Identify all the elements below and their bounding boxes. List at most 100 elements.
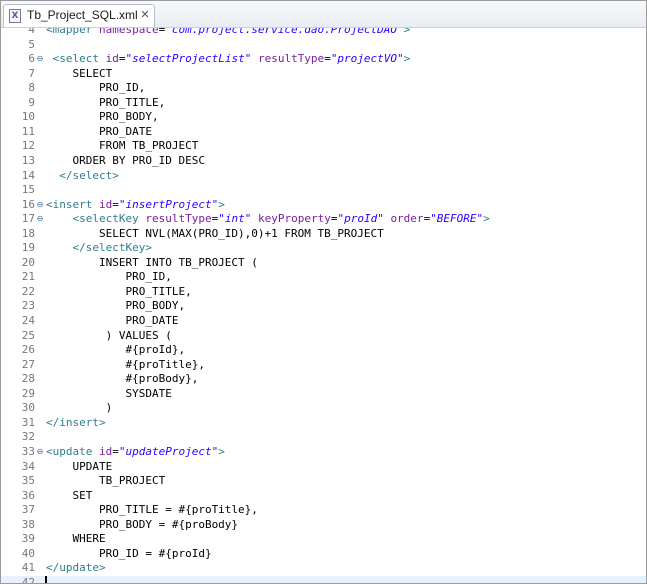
line-number: 38: [21, 517, 35, 531]
code-line[interactable]: 36 SET: [1, 489, 646, 504]
code-text: PRO_ID,: [46, 270, 171, 285]
fold-toggle-icon[interactable]: ⊖: [36, 212, 44, 227]
line-number: 42: [21, 575, 35, 583]
code-line[interactable]: 11 PRO_DATE: [1, 125, 646, 140]
line-number: 32: [21, 430, 35, 444]
editor-tab-bar: X Tb_Project_SQL.xml ✕: [1, 1, 646, 28]
code-text: PRO_DATE: [46, 125, 152, 140]
code-text: PRO_BODY,: [46, 299, 185, 314]
code-line[interactable]: 18 SELECT NVL(MAX(PRO_ID),0)+1 FROM TB_P…: [1, 227, 646, 242]
code-line[interactable]: 16 ⊖ <insert id="insertProject">: [1, 198, 646, 213]
code-line[interactable]: 26 #{proId},: [1, 343, 646, 358]
xml-tag-token: </select>: [59, 168, 119, 182]
text-token: =: [324, 52, 331, 66]
line-number: 21: [21, 270, 35, 284]
code-text: </select>: [46, 169, 119, 184]
code-line[interactable]: 12 FROM TB_PROJECT: [1, 139, 646, 154]
code-line[interactable]: 33 ⊖ <update id="updateProject">: [1, 445, 646, 460]
xml-value-token: "selectProjectList": [125, 52, 252, 66]
line-number: 5: [28, 37, 35, 51]
xml-value-token: "updateProject": [118, 444, 219, 458]
code-line[interactable]: 5: [1, 38, 646, 53]
code-text: PRO_BODY = #{proBody}: [46, 518, 238, 533]
code-line[interactable]: 30 ): [1, 401, 646, 416]
close-icon[interactable]: ✕: [138, 8, 152, 22]
code-text: PRO_TITLE,: [46, 96, 165, 111]
line-number: 19: [21, 241, 35, 255]
line-number: 33: [21, 444, 35, 458]
code-line[interactable]: 10 PRO_BODY,: [1, 110, 646, 125]
code-line[interactable]: 15: [1, 183, 646, 198]
code-line[interactable]: 25 ) VALUES (: [1, 329, 646, 344]
code-text: PRO_TITLE = #{proTitle},: [46, 503, 258, 518]
text-token: FROM TB_PROJECT: [46, 139, 199, 153]
line-number: 16: [21, 197, 35, 211]
code-line[interactable]: 13 ORDER BY PRO_ID DESC: [1, 154, 646, 169]
code-line[interactable]: 9 PRO_TITLE,: [1, 96, 646, 111]
code-line[interactable]: 17 ⊖ <selectKey resultType="int" keyPrope…: [1, 212, 646, 227]
code-text: PRO_TITLE,: [46, 284, 192, 300]
code-line[interactable]: 24 PRO_DATE: [1, 314, 646, 329]
code-line[interactable]: 38 PRO_BODY = #{proBody}: [1, 518, 646, 533]
code-line[interactable]: 29 SYSDATE: [1, 387, 646, 402]
line-number: 8: [28, 81, 35, 95]
text-token: PRO_TITLE,: [46, 284, 192, 298]
code-line[interactable]: 34 UPDATE: [1, 460, 646, 475]
text-token: PRO_TITLE,: [46, 95, 166, 109]
text-token: UPDATE: [46, 459, 113, 473]
code-line[interactable]: 31 </insert>: [1, 416, 646, 431]
line-number: 12: [21, 139, 35, 153]
text-token: WHERE: [46, 532, 106, 546]
code-line[interactable]: 40 PRO_ID = #{proId}: [1, 547, 646, 562]
code-text: SELECT NVL(MAX(PRO_ID),0)+1 FROM TB_PROJ…: [46, 227, 384, 242]
fold-toggle-icon[interactable]: ⊖: [36, 52, 44, 67]
code-line[interactable]: 22 PRO_TITLE,: [1, 285, 646, 300]
fold-toggle-icon[interactable]: ⊖: [36, 198, 44, 213]
tab-tb-project-sql[interactable]: X Tb_Project_SQL.xml ✕: [3, 4, 155, 27]
text-token: SELECT NVL(MAX(PRO_ID),0)+1 FROM TB_PROJ…: [46, 226, 384, 240]
line-number: 4: [28, 28, 35, 36]
text-token: PRO_TITLE = #{proTitle},: [46, 503, 258, 517]
code-text: PRO_ID = #{proId}: [46, 547, 212, 562]
xml-tag-token: >: [218, 444, 225, 458]
code-line[interactable]: 32: [1, 430, 646, 445]
xml-tag-token: >: [483, 212, 490, 226]
code-text: </update>: [46, 561, 106, 576]
code-text: <update id="updateProject">: [46, 445, 225, 460]
xml-value-token: "int": [218, 212, 252, 226]
code-line[interactable]: 4 <mapper namespace="com.project.service.…: [1, 28, 646, 38]
code-line[interactable]: 41 </update>: [1, 561, 646, 576]
code-text: SELECT: [46, 67, 112, 82]
code-line[interactable]: 8 PRO_ID,: [1, 81, 646, 96]
fold-toggle-icon[interactable]: ⊖: [36, 445, 44, 460]
code-text: #{proTitle},: [46, 358, 204, 373]
code-line[interactable]: 6 ⊖ <select id = "selectProjectList" result…: [1, 52, 646, 67]
code-line[interactable]: 19 </selectKey>: [1, 241, 646, 256]
line-number: 30: [21, 401, 35, 415]
code-line[interactable]: 35 TB_PROJECT: [1, 474, 646, 489]
code-line[interactable]: 23 PRO_BODY,: [1, 299, 646, 314]
code-line[interactable]: 27 #{proTitle},: [1, 358, 646, 373]
xml-value-token: "insertProject": [118, 197, 219, 211]
text-token: SYSDATE: [46, 386, 172, 400]
code-editor[interactable]: 4 <mapper namespace="com.project.service.…: [1, 28, 646, 583]
code-line[interactable]: 14 </select>: [1, 169, 646, 184]
code-line[interactable]: 37 PRO_TITLE = #{proTitle},: [1, 503, 646, 518]
code-line[interactable]: 42: [1, 575, 646, 583]
code-line[interactable]: 28 #{proBody},: [1, 372, 646, 387]
xml-file-icon: X: [9, 9, 21, 23]
xml-attribute-token: id: [98, 444, 113, 458]
xml-value-token: "com.project.service.dao.ProjectDAO": [165, 28, 404, 36]
line-number: 36: [21, 488, 35, 502]
line-number: 29: [21, 386, 35, 400]
xml-tag-token: >: [403, 28, 411, 36]
text-token: #{proBody},: [46, 372, 199, 386]
code-line[interactable]: 7 SELECT: [1, 67, 646, 82]
code-line[interactable]: 20 INSERT INTO TB_PROJECT (: [1, 256, 646, 271]
text-token: PRO_ID,: [46, 81, 146, 95]
code-line[interactable]: 21 PRO_ID,: [1, 270, 646, 285]
code-line[interactable]: 39 WHERE: [1, 532, 646, 547]
line-number: 17: [21, 212, 35, 226]
code-text: UPDATE: [46, 460, 112, 475]
